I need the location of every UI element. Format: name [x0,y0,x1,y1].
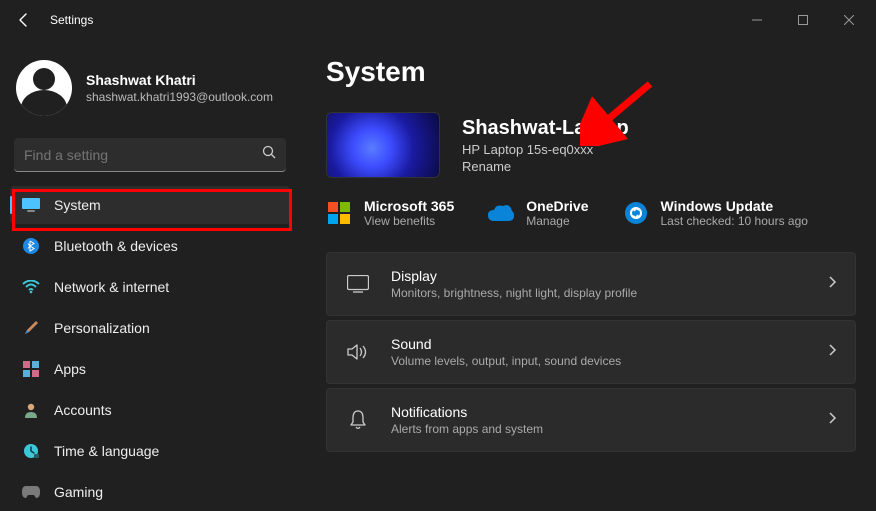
card-title: Sound [391,336,827,352]
avatar [16,60,72,116]
services-row: Microsoft 365View benefits OneDriveManag… [326,198,856,228]
back-button[interactable] [16,12,32,28]
card-notifications[interactable]: Notifications Alerts from apps and system [326,388,856,452]
sidebar-item-label: Bluetooth & devices [54,238,178,254]
sidebar-item-personalization[interactable]: Personalization [10,309,290,347]
sidebar-item-label: Accounts [54,402,112,418]
card-title: Notifications [391,404,827,420]
sidebar-item-bluetooth[interactable]: Bluetooth & devices [10,227,290,265]
account-email: shashwat.khatri1993@outlook.com [86,90,273,104]
minimize-button[interactable] [734,4,780,36]
card-display[interactable]: Display Monitors, brightness, night light… [326,252,856,316]
search-box[interactable] [14,138,286,172]
sidebar-item-label: Personalization [54,320,150,336]
display-icon [345,275,371,293]
window-controls [734,4,872,36]
sidebar-item-network[interactable]: Network & internet [10,268,290,306]
service-title: OneDrive [526,198,588,214]
account-name: Shashwat Khatri [86,72,273,88]
sidebar-item-label: Gaming [54,484,103,500]
service-update[interactable]: Windows UpdateLast checked: 10 hours ago [623,198,808,228]
main-content: System Shashwat-Laptop HP Laptop 15s-eq0… [300,40,876,504]
bluetooth-icon [22,237,40,255]
maximize-button[interactable] [780,4,826,36]
device-block: Shashwat-Laptop HP Laptop 15s-eq0xxx Ren… [326,112,856,178]
nav-list: System Bluetooth & devices Network & int… [10,186,290,511]
service-title: Microsoft 365 [364,198,454,214]
titlebar: Settings [0,0,876,40]
clock-icon [22,442,40,460]
chevron-right-icon [827,343,837,362]
rename-link[interactable]: Rename [462,159,629,174]
sound-icon [345,343,371,361]
service-sub[interactable]: View benefits [364,214,454,228]
sidebar-item-accounts[interactable]: Accounts [10,391,290,429]
sidebar-item-apps[interactable]: Apps [10,350,290,388]
page-title: System [326,56,856,88]
wifi-icon [22,278,40,296]
search-icon [262,145,276,164]
device-model: HP Laptop 15s-eq0xxx [462,142,629,157]
service-onedrive[interactable]: OneDriveManage [488,198,588,228]
sidebar-item-label: Apps [54,361,86,377]
onedrive-icon [488,200,514,226]
card-sub: Alerts from apps and system [391,422,827,436]
account-block[interactable]: Shashwat Khatri shashwat.khatri1993@outl… [10,50,290,132]
apps-icon [22,360,40,378]
chevron-right-icon [827,411,837,430]
service-title: Windows Update [661,198,808,214]
sidebar-item-gaming[interactable]: Gaming [10,473,290,511]
close-button[interactable] [826,4,872,36]
service-m365[interactable]: Microsoft 365View benefits [326,198,454,228]
card-sub: Monitors, brightness, night light, displ… [391,286,827,300]
card-sound[interactable]: Sound Volume levels, output, input, sound… [326,320,856,384]
sidebar-item-label: System [54,197,101,213]
m365-icon [326,200,352,226]
card-title: Display [391,268,827,284]
service-sub: Last checked: 10 hours ago [661,214,808,228]
sidebar-item-time[interactable]: Time & language [10,432,290,470]
app-title: Settings [50,13,93,27]
person-icon [22,401,40,419]
device-name: Shashwat-Laptop [462,117,629,140]
update-icon [623,200,649,226]
search-input[interactable] [24,147,262,163]
service-sub[interactable]: Manage [526,214,588,228]
card-sub: Volume levels, output, input, sound devi… [391,354,827,368]
bell-icon [345,410,371,430]
device-wallpaper [326,112,440,178]
brush-icon [22,319,40,337]
game-icon [22,483,40,501]
monitor-icon [22,196,40,214]
sidebar-item-label: Network & internet [54,279,169,295]
settings-cards: Display Monitors, brightness, night light… [326,252,856,452]
chevron-right-icon [827,275,837,294]
sidebar-item-system[interactable]: System [10,186,290,224]
sidebar: Shashwat Khatri shashwat.khatri1993@outl… [0,40,300,504]
sidebar-item-label: Time & language [54,443,159,459]
